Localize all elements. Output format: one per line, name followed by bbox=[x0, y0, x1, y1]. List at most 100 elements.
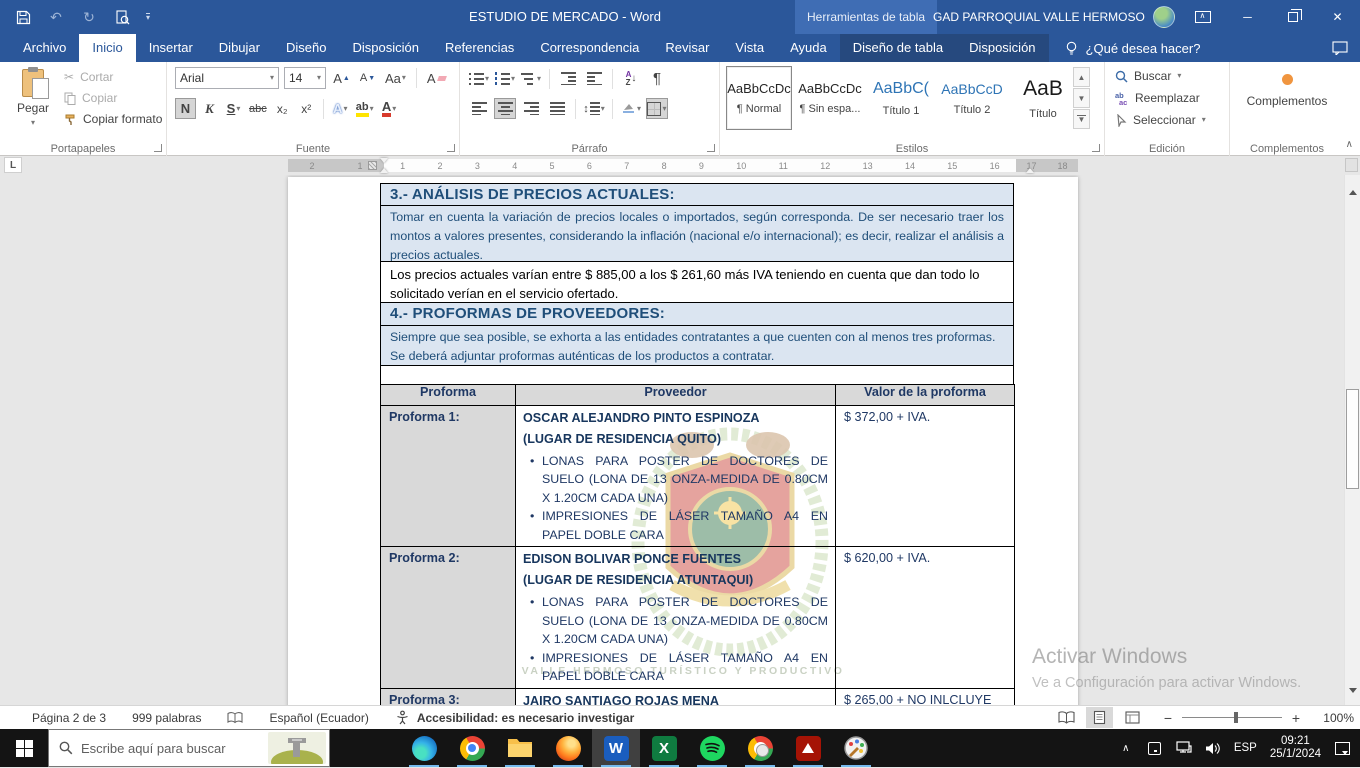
find-button[interactable]: Buscar ▾ bbox=[1115, 69, 1206, 83]
grow-font-button[interactable]: A ▲ bbox=[331, 68, 352, 89]
tab-selector-button[interactable]: L bbox=[4, 157, 22, 173]
font-family-combo[interactable]: Arial ▾ bbox=[175, 67, 279, 89]
taskbar-app-excel[interactable] bbox=[640, 729, 688, 767]
bold-button[interactable]: N bbox=[175, 98, 196, 119]
redo-icon[interactable]: ↻ bbox=[80, 8, 98, 26]
save-icon[interactable] bbox=[14, 8, 32, 26]
zoom-slider-thumb[interactable] bbox=[1234, 712, 1238, 723]
ribbon-tab[interactable]: Inicio bbox=[79, 34, 136, 62]
cut-button[interactable]: ✂ Cortar bbox=[64, 70, 162, 84]
proofing-icon[interactable] bbox=[227, 711, 244, 725]
taskbar-app-spotify[interactable] bbox=[688, 729, 736, 767]
empty-row[interactable] bbox=[380, 365, 1014, 385]
ribbon-tab[interactable]: Archivo bbox=[10, 34, 79, 62]
word-count[interactable]: 999 palabras bbox=[132, 711, 201, 725]
taskbar-app-chrome[interactable] bbox=[448, 729, 496, 767]
zoom-in-button[interactable]: + bbox=[1290, 710, 1302, 726]
table-column-marker[interactable] bbox=[368, 161, 377, 170]
ribbon-tab[interactable]: Diseño de tabla bbox=[839, 34, 957, 62]
ribbon-tab[interactable]: Ayuda bbox=[777, 34, 840, 62]
vertical-scrollbar[interactable] bbox=[1344, 175, 1360, 705]
minimize-button[interactable]: ─ bbox=[1225, 0, 1270, 34]
ribbon-tab[interactable]: Referencias bbox=[432, 34, 527, 62]
addins-button[interactable]: Complementos bbox=[1230, 68, 1344, 108]
proforma-value[interactable]: $ 265,00 + NO INLCLUYE bbox=[835, 687, 1015, 705]
start-button[interactable] bbox=[0, 729, 48, 767]
font-color-button[interactable]: A ▾ bbox=[379, 98, 400, 119]
taskbar-app-edge[interactable] bbox=[400, 729, 448, 767]
superscript-button[interactable]: x² bbox=[296, 98, 317, 119]
justify-button[interactable] bbox=[546, 98, 568, 119]
feedback-button[interactable] bbox=[1332, 34, 1348, 62]
account-button[interactable]: GAD PARROQUIAL VALLE HERMOSO bbox=[933, 0, 1175, 34]
tray-device-icon[interactable] bbox=[1147, 740, 1163, 756]
section-3-body[interactable]: Tomar en cuenta la variación de precios … bbox=[380, 205, 1014, 262]
font-dialog-launcher-icon[interactable] bbox=[447, 144, 455, 152]
action-center-icon[interactable] bbox=[1334, 740, 1350, 756]
tray-chevron-icon[interactable]: ∧ bbox=[1118, 740, 1134, 756]
align-center-button[interactable] bbox=[494, 98, 516, 119]
zoom-slider[interactable] bbox=[1182, 712, 1282, 723]
close-button[interactable]: ✕ bbox=[1315, 0, 1360, 34]
restore-button[interactable] bbox=[1270, 0, 1315, 34]
multilevel-list-button[interactable]: ▾ bbox=[520, 68, 542, 89]
bullets-button[interactable]: ▾ bbox=[468, 68, 490, 89]
table-row[interactable]: Proforma 1: OSCAR ALEJANDRO PINTO ESPINO… bbox=[380, 404, 1015, 547]
paragraph-dialog-launcher-icon[interactable] bbox=[707, 144, 715, 152]
font-size-combo[interactable]: 14 ▾ bbox=[284, 67, 326, 89]
taskbar-app-word[interactable] bbox=[592, 729, 640, 767]
ribbon-tab[interactable]: Disposición bbox=[956, 34, 1049, 62]
input-language[interactable]: ESP bbox=[1234, 742, 1257, 754]
ribbon-tab[interactable]: Insertar bbox=[136, 34, 206, 62]
gallery-up-icon[interactable]: ▲ bbox=[1073, 67, 1090, 87]
increase-indent-button[interactable] bbox=[583, 68, 605, 89]
col-header-proveedor[interactable]: Proveedor bbox=[515, 383, 836, 406]
clock[interactable]: 09:21 25/1/2024 bbox=[1270, 735, 1321, 762]
network-icon[interactable] bbox=[1176, 740, 1192, 756]
ribbon-tab[interactable]: Vista bbox=[722, 34, 777, 62]
zoom-out-button[interactable]: − bbox=[1162, 710, 1174, 726]
ribbon-tab[interactable]: Diseño bbox=[273, 34, 339, 62]
section-3-note[interactable]: Los precios actuales varían entre $ 885,… bbox=[380, 260, 1014, 304]
ribbon-tab[interactable]: Revisar bbox=[652, 34, 722, 62]
ribbon-tab[interactable]: Disposición bbox=[339, 34, 431, 62]
taskbar-app-paint[interactable] bbox=[832, 729, 880, 767]
collapse-ribbon-icon[interactable]: ∧ bbox=[1346, 139, 1353, 150]
taskbar-search[interactable] bbox=[48, 729, 330, 767]
gallery-down-icon[interactable]: ▼ bbox=[1073, 88, 1090, 108]
print-preview-icon[interactable] bbox=[113, 8, 131, 26]
style-item[interactable]: AaBbC( Título 1 bbox=[868, 66, 934, 130]
taskbar-app-firefox[interactable] bbox=[544, 729, 592, 767]
italic-button[interactable]: K bbox=[199, 98, 220, 119]
col-header-proforma[interactable]: Proforma bbox=[380, 383, 516, 406]
search-input[interactable] bbox=[81, 740, 231, 756]
scroll-down-icon[interactable] bbox=[1346, 685, 1360, 700]
align-right-button[interactable] bbox=[520, 98, 542, 119]
shrink-font-button[interactable]: A ▼ bbox=[357, 68, 378, 89]
web-layout-button[interactable] bbox=[1119, 707, 1146, 728]
print-layout-button[interactable] bbox=[1086, 707, 1113, 728]
read-mode-button[interactable] bbox=[1053, 707, 1080, 728]
taskbar-app-acrobat[interactable] bbox=[784, 729, 832, 767]
proforma-value[interactable]: $ 372,00 + IVA. bbox=[835, 404, 1015, 547]
taskbar-app-file-explorer[interactable] bbox=[496, 729, 544, 767]
style-item[interactable]: AaBbCcD Título 2 bbox=[939, 66, 1005, 130]
hanging-indent-marker[interactable] bbox=[380, 164, 388, 173]
table-row[interactable]: Proforma 2: EDISON BOLIVAR PONCE FUENTES… bbox=[380, 546, 1015, 689]
col-header-valor[interactable]: Valor de la proforma bbox=[835, 383, 1015, 406]
underline-button[interactable]: S ▾ bbox=[223, 98, 244, 119]
copy-button[interactable]: Copiar bbox=[64, 91, 162, 105]
select-button[interactable]: Seleccionar ▾ bbox=[1115, 113, 1206, 127]
language-indicator[interactable]: Español (Ecuador) bbox=[269, 711, 368, 725]
style-item[interactable]: AaBbCcDc ¶ Sin espa... bbox=[797, 66, 863, 130]
scrollbar-thumb[interactable] bbox=[1346, 389, 1359, 489]
document-page[interactable]: VALLE HERMOSO TURÍSTICO Y PRODUCTIVO 3.-… bbox=[288, 177, 1078, 705]
replace-button[interactable]: ab ac Reemplazar bbox=[1115, 91, 1206, 105]
table-row[interactable]: Proforma 3: JAIRO SANTIAGO ROJAS MENA $ … bbox=[380, 687, 1015, 705]
numbering-button[interactable]: ▾ bbox=[494, 68, 516, 89]
paste-button[interactable]: Pegar ▾ bbox=[6, 66, 60, 138]
section-4-heading[interactable]: 4.- PROFORMAS DE PROVEEDORES: bbox=[380, 302, 1014, 326]
borders-button[interactable]: ▾ bbox=[646, 98, 668, 119]
search-highlight-image[interactable] bbox=[268, 732, 326, 764]
decrease-indent-button[interactable] bbox=[557, 68, 579, 89]
